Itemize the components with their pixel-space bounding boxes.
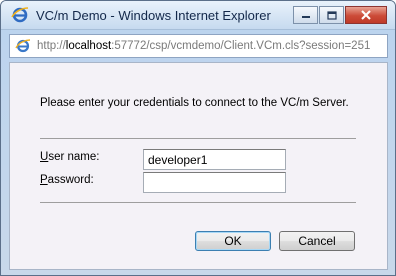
title-bar[interactable]: VC/m Demo - Windows Internet Explorer <box>1 1 395 30</box>
window-controls <box>293 6 387 24</box>
cancel-button[interactable]: Cancel <box>279 231 355 251</box>
url-rest: :57772/csp/vcmdemo/Client.VCm.cls?sessio… <box>111 40 371 52</box>
page-icon <box>15 39 31 53</box>
password-input[interactable] <box>143 172 286 193</box>
ok-button[interactable]: OK <box>195 231 271 251</box>
password-access-key: P <box>40 174 48 186</box>
login-prompt: Please enter your credentials to connect… <box>40 97 349 109</box>
browser-window: VC/m Demo - Windows Internet Explorer ht… <box>0 0 396 276</box>
url-prefix: http:// <box>37 40 66 52</box>
minimize-icon <box>301 16 310 18</box>
maximize-button[interactable] <box>319 6 344 24</box>
login-dialog: Please enter your credentials to connect… <box>9 62 388 270</box>
address-url: http://localhost:57772/csp/vcmdemo/Clien… <box>37 40 370 52</box>
maximize-icon <box>326 10 337 20</box>
username-label: User name: <box>40 151 99 163</box>
address-bar[interactable]: http://localhost:57772/csp/vcmdemo/Clien… <box>9 34 388 58</box>
close-icon <box>361 10 371 20</box>
ie-icon <box>11 7 29 23</box>
top-divider <box>40 138 356 139</box>
password-label: Password: <box>40 174 94 186</box>
url-host: localhost <box>65 40 112 52</box>
window-title: VC/m Demo - Windows Internet Explorer <box>36 7 271 23</box>
username-label-text: ser name: <box>48 151 100 163</box>
close-button[interactable] <box>345 6 387 24</box>
minimize-button[interactable] <box>293 6 318 24</box>
password-label-text: assword: <box>47 174 94 186</box>
bottom-divider <box>40 202 356 203</box>
username-input[interactable] <box>143 149 286 170</box>
